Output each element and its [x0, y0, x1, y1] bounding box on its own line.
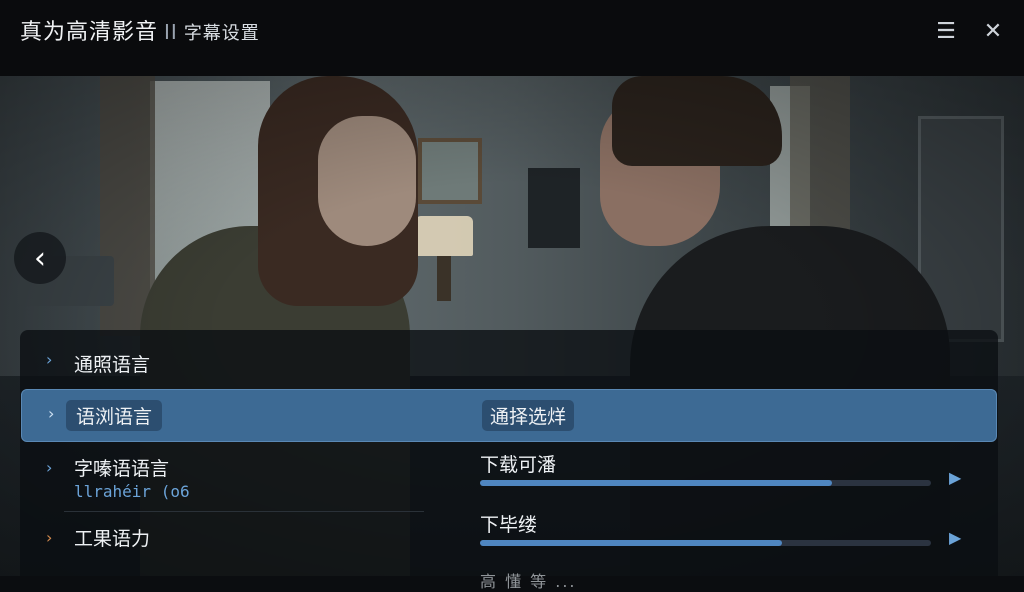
- page-subtitle: 字幕设置: [183, 23, 260, 44]
- settings-row-label: 通照语言: [74, 354, 151, 376]
- menu-button[interactable]: ☰: [931, 16, 961, 46]
- chevron-right-icon: ›: [48, 404, 55, 423]
- slider-track[interactable]: [480, 540, 931, 546]
- row-divider: [64, 511, 424, 512]
- play-icon[interactable]: ▶︎: [949, 528, 961, 547]
- settings-row-1[interactable]: › 通照语言: [20, 344, 998, 380]
- app-title: 真为高清影音 II 字幕设置: [20, 14, 260, 46]
- settings-row-subvalue: llrahéir (o6: [74, 482, 190, 501]
- subtitle-settings-panel: › 通照语言 › 语浏语言 通择选烊 › 字嗪语语言 llrahéir (o6 …: [20, 330, 998, 591]
- chevron-left-icon: ‹: [34, 240, 46, 276]
- settings-row-label: 工果语力: [74, 528, 151, 550]
- back-button[interactable]: ‹: [14, 232, 66, 284]
- play-icon[interactable]: ▶︎: [949, 468, 961, 487]
- slider-label: 下载可潘: [480, 454, 557, 476]
- title-bar: 真为高清影音 II 字幕设置 ☰ ✕: [0, 0, 1024, 76]
- slider-track[interactable]: [480, 480, 931, 486]
- settings-row-label: 字嗪语语言: [74, 458, 170, 480]
- settings-row-label: 语浏语言: [66, 400, 163, 431]
- close-button[interactable]: ✕: [978, 16, 1008, 46]
- partial-text: 高 懂 等 ...: [480, 572, 577, 591]
- settings-row-2-selected[interactable]: › 语浏语言 通择选烊: [21, 389, 997, 442]
- title-separator: II: [164, 20, 178, 44]
- chevron-right-icon: ›: [46, 458, 53, 477]
- app-name: 真为高清影音: [20, 20, 159, 45]
- slider-1: 下载可潘 ▶︎: [480, 450, 961, 487]
- chevron-right-icon: ›: [46, 528, 53, 547]
- slider-label: 下毕缕: [480, 514, 538, 536]
- chevron-right-icon: ›: [46, 350, 53, 369]
- slider-fill: [480, 480, 832, 486]
- slider-fill: [480, 540, 783, 546]
- slider-2: 下毕缕 ▶︎: [480, 510, 961, 547]
- menu-icon: ☰: [936, 18, 956, 44]
- settings-row-value[interactable]: 通择选烊: [482, 400, 575, 431]
- close-icon: ✕: [983, 18, 1003, 44]
